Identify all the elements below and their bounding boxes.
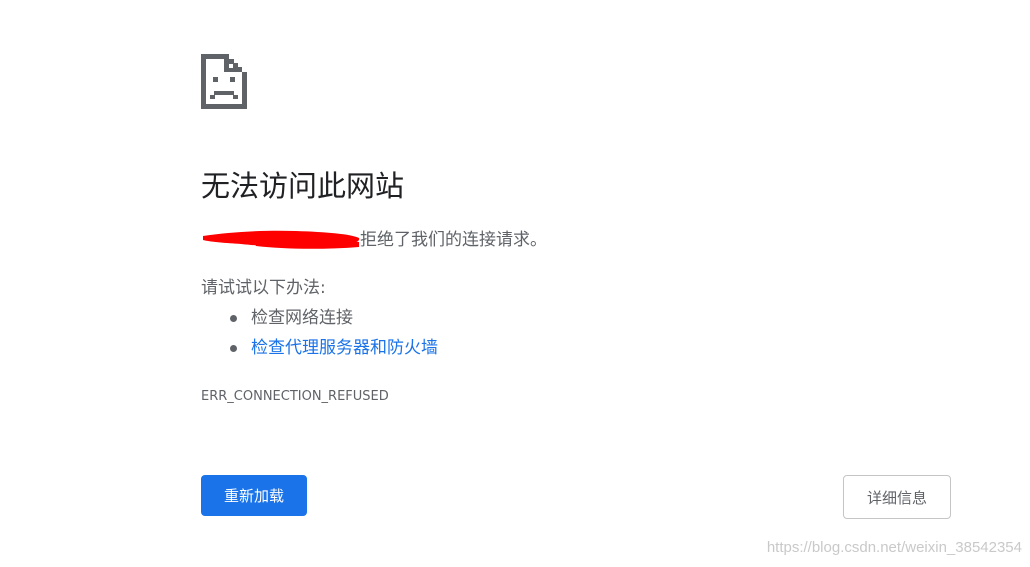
sad-document-icon <box>201 54 247 109</box>
redacted-hostname <box>203 230 360 249</box>
bullet-icon <box>230 345 237 352</box>
suggestion-label: 检查网络连接 <box>251 308 353 328</box>
check-proxy-firewall-link[interactable]: 检查代理服务器和防火墙 <box>251 338 438 358</box>
error-page: 无法访问此网站 拒绝了我们的连接请求。 请试试以下办法: 检查网络连接 检查代理… <box>0 0 1030 567</box>
suggestions-list: 检查网络连接 检查代理服务器和防火墙 <box>201 306 438 366</box>
suggestion-check-network: 检查网络连接 <box>201 306 438 336</box>
error-code: ERR_CONNECTION_REFUSED <box>201 389 389 404</box>
refused-message: 拒绝了我们的连接请求。 <box>360 230 547 250</box>
bullet-icon <box>230 315 237 322</box>
details-button[interactable]: 详细信息 <box>843 475 951 519</box>
page-title: 无法访问此网站 <box>201 169 405 203</box>
reload-button[interactable]: 重新加载 <box>201 475 307 516</box>
suggestion-check-proxy-firewall[interactable]: 检查代理服务器和防火墙 <box>201 336 438 366</box>
suggestions-heading: 请试试以下办法: <box>201 278 326 298</box>
watermark: https://blog.csdn.net/weixin_38542354 <box>766 539 1022 556</box>
